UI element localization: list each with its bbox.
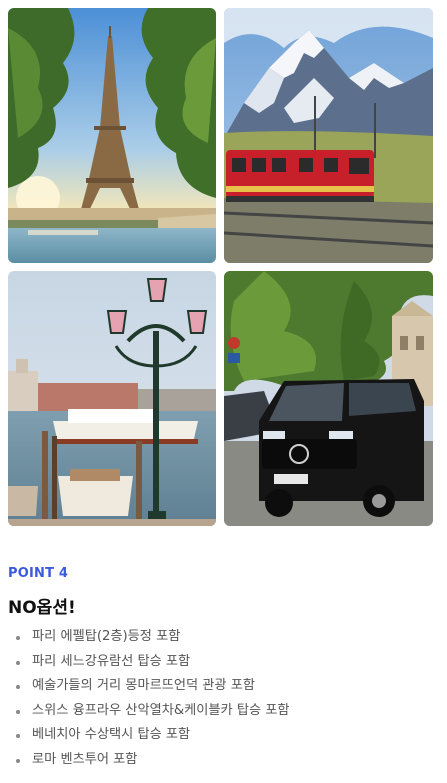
list-item-text: 파리 에펠탑(2층)등정 포함	[32, 629, 181, 644]
list-item: 파리 세느강유람선 탑승 포함	[14, 650, 434, 675]
list-item-text: 예술가들의 거리 몽마르뜨언덕 관광 포함	[32, 678, 256, 694]
venice-photo	[8, 271, 216, 526]
list-item-text: 스위스 융프라우 산악열차&케이블카 탑승 포함	[32, 702, 290, 718]
photo-grid	[8, 8, 433, 526]
point-label: POINT 4	[8, 566, 69, 581]
list-item: 베네치아 수상택시 탑승 포함	[14, 723, 434, 748]
list-item-text: 로마 벤츠투어 포함	[32, 751, 138, 767]
bullet-icon	[16, 685, 20, 690]
bullet-icon	[16, 758, 20, 763]
bullet-icon	[16, 709, 20, 714]
mercedes-van-photo	[224, 271, 433, 526]
bullet-icon	[16, 636, 20, 640]
list-item: 로마 벤츠투어 포함	[14, 748, 434, 773]
section-title: NO옵션!	[8, 598, 76, 618]
list-item: 파리 에펠탑(2층)등정 포함	[14, 625, 434, 650]
swiss-train-photo	[224, 8, 433, 263]
bullet-icon	[16, 660, 20, 665]
list-item: 예술가들의 거리 몽마르뜨언덕 관광 포함	[14, 674, 434, 699]
bullet-icon	[16, 734, 20, 739]
eiffel-tower-photo	[8, 8, 216, 263]
inclusion-list: 파리 에펠탑(2층)등정 포함 파리 세느강유람선 탑승 포함 예술가들의 거리…	[14, 625, 434, 773]
list-item-text: 베네치아 수상택시 탑승 포함	[32, 727, 191, 743]
list-item: 스위스 융프라우 산악열차&케이블카 탑승 포함	[14, 699, 434, 724]
list-item-text: 파리 세느강유람선 탑승 포함	[32, 653, 191, 669]
